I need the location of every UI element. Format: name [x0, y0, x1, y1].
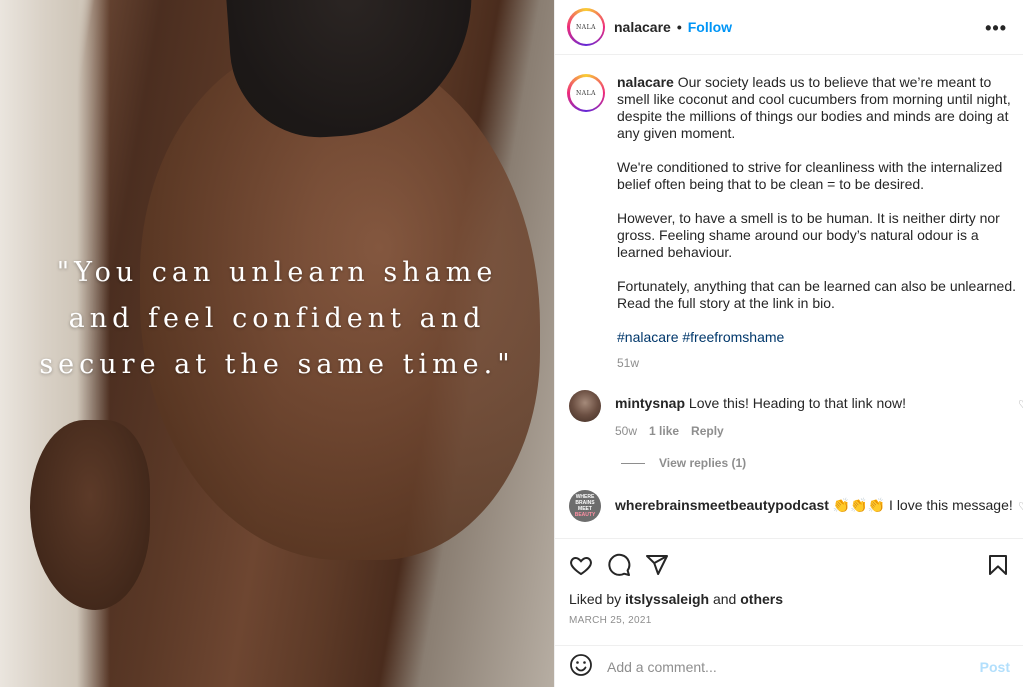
likes-and: and: [712, 591, 737, 607]
post-panel: NALA nalacare • Follow ••• NALA nalacare…: [554, 0, 1023, 687]
comment-text: mintysnap Love this! Heading to that lin…: [615, 394, 1001, 412]
comment-item: mintysnap Love this! Heading to that lin…: [555, 390, 1023, 438]
post-image[interactable]: "You can unlearn shame and feel confiden…: [0, 0, 554, 687]
action-icons: [569, 551, 1010, 579]
comment-avatar[interactable]: [569, 390, 601, 422]
caption-body: nalacare Our society leads us to believe…: [617, 74, 1023, 372]
post-caption: NALA nalacare Our society leads us to be…: [555, 56, 1023, 372]
caption-age[interactable]: 51w: [617, 355, 1023, 372]
comment-meta: 50w 1 like Reply: [615, 424, 1001, 438]
image-quote: "You can unlearn shame and feel confiden…: [39, 257, 515, 380]
reply-button[interactable]: Reply: [691, 424, 724, 438]
header-username[interactable]: nalacare: [614, 19, 671, 35]
avatar-logo: NALA: [569, 10, 603, 44]
bookmark-icon[interactable]: [986, 553, 1010, 577]
likes-line: Liked by itslyssaleigh and others: [569, 591, 1010, 607]
comment-username[interactable]: wherebrainsmeetbeautypodcast: [615, 497, 829, 513]
comment-text: wherebrainsmeetbeautypodcast 👏👏👏 I love …: [615, 496, 1013, 522]
emoji-icon[interactable]: [569, 653, 593, 680]
comment-body: 👏👏👏 I love this message!: [832, 497, 1013, 513]
caption-paragraph: nalacare Our society leads us to believe…: [617, 74, 1023, 142]
comment-username[interactable]: mintysnap: [615, 395, 685, 411]
post-actions: Liked by itslyssaleigh and others MARCH …: [555, 538, 1023, 626]
replies-divider: [621, 462, 645, 464]
post-date[interactable]: MARCH 25, 2021: [569, 615, 1010, 626]
comment-input[interactable]: Add a comment...: [607, 659, 980, 675]
liked-by-user[interactable]: itslyssaleigh: [625, 591, 709, 607]
avatar-logo: NALA: [569, 76, 603, 110]
share-icon[interactable]: [645, 553, 669, 577]
caption-hashtags[interactable]: #nalacare #freefromshame: [617, 329, 1023, 346]
more-options-icon[interactable]: •••: [985, 18, 1007, 39]
view-replies-button[interactable]: View replies (1): [621, 456, 1023, 470]
follow-button[interactable]: Follow: [688, 19, 732, 35]
caption-username[interactable]: nalacare: [617, 74, 674, 90]
post-button[interactable]: Post: [980, 659, 1010, 675]
comments-section[interactable]: NALA nalacare Our society leads us to be…: [555, 56, 1023, 538]
caption-avatar[interactable]: NALA: [567, 74, 605, 112]
like-comment-heart-icon[interactable]: ♡: [1018, 398, 1023, 411]
caption-paragraph: However, to have a smell is to be human.…: [617, 210, 1000, 260]
caption-paragraph: We're conditioned to strive for cleanlin…: [617, 159, 1003, 192]
comment-icon[interactable]: [607, 553, 631, 577]
caption-text: Our society leads us to believe that we’…: [617, 74, 1011, 141]
comment-body: Love this! Heading to that link now!: [688, 395, 907, 411]
add-comment-bar: Add a comment... Post: [555, 645, 1023, 687]
view-replies-label: View replies (1): [659, 456, 747, 470]
heart-icon[interactable]: [569, 553, 593, 577]
likes-others[interactable]: others: [740, 591, 783, 607]
avatar-text: BEAUTY: [574, 512, 596, 518]
likes-prefix: Liked by: [569, 591, 622, 607]
comment-age[interactable]: 50w: [615, 424, 637, 438]
separator-dot: •: [676, 19, 682, 35]
post-header: NALA nalacare • Follow •••: [555, 0, 1023, 55]
comment-avatar[interactable]: WHERE BRAINS MEET BEAUTY: [569, 490, 601, 522]
comment-item: WHERE BRAINS MEET BEAUTY wherebrainsmeet…: [555, 490, 1023, 522]
profile-avatar[interactable]: NALA: [567, 8, 605, 46]
like-comment-heart-icon[interactable]: ♡: [1018, 500, 1023, 513]
caption-paragraph: Fortunately, anything that can be learne…: [617, 278, 1017, 311]
comment-likes[interactable]: 1 like: [649, 424, 679, 438]
